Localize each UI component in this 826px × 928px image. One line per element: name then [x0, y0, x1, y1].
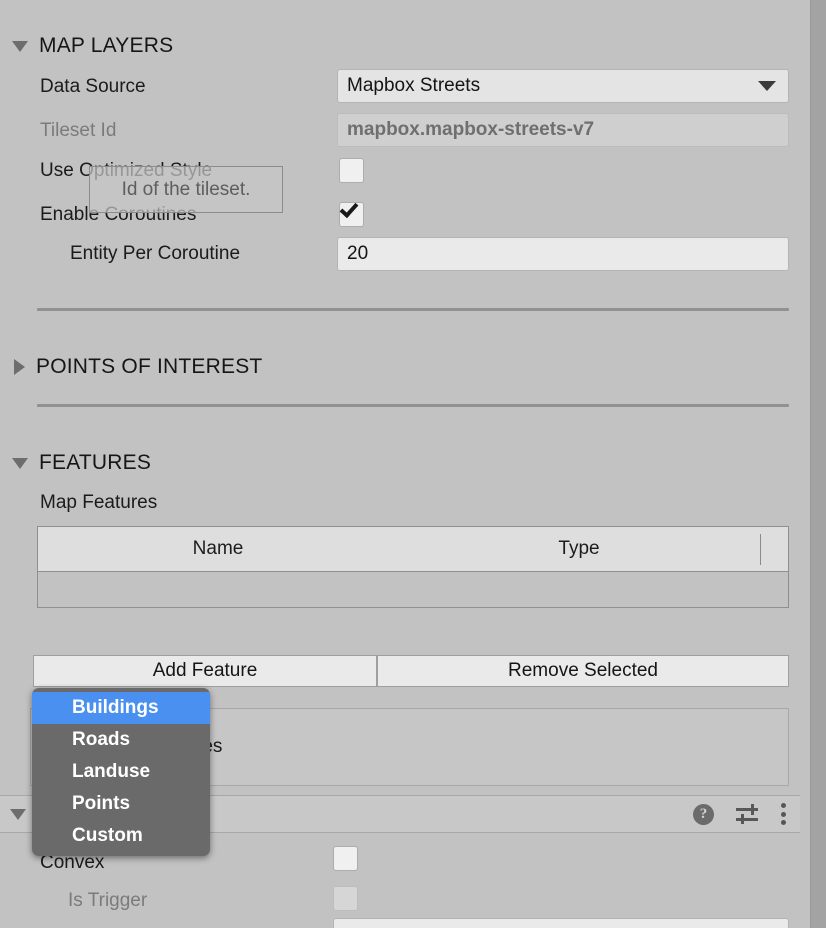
dropdown-item-custom[interactable]: Custom — [32, 820, 210, 852]
label-tileset-id: Tileset Id — [40, 120, 117, 141]
add-feature-button[interactable]: Add Feature — [33, 655, 377, 687]
triangle-right-icon — [14, 359, 25, 375]
scrollbar-gap — [800, 0, 810, 928]
checkbox-enable-coroutines[interactable] — [339, 198, 364, 227]
foldout-map-layers-label: MAP LAYERS — [39, 34, 174, 57]
label-entity-per-coroutine: Entity Per Coroutine — [70, 243, 241, 264]
separator-1 — [37, 308, 789, 311]
help-icon[interactable]: ? — [693, 803, 714, 825]
entity-per-coroutine-input[interactable]: 20 — [337, 237, 789, 271]
dropdown-item-landuse[interactable]: Landuse — [32, 756, 210, 788]
checkbox-use-optimized-style[interactable] — [339, 158, 364, 183]
triangle-down-icon-collider[interactable] — [10, 808, 26, 820]
dropdown-item-buildings[interactable]: Buildings — [32, 692, 210, 724]
vertical-scrollbar[interactable] — [810, 0, 826, 928]
foldout-points-of-interest[interactable]: POINTS OF INTEREST — [14, 355, 262, 379]
dropdown-item-landuse-label: Landuse — [72, 761, 151, 782]
label-data-source: Data Source — [40, 76, 146, 97]
column-header-type[interactable]: Type — [398, 527, 760, 571]
tileset-id-value: mapbox.mapbox-streets-v7 — [347, 119, 595, 140]
tileset-id-tooltip: Id of the tileset. — [89, 166, 283, 213]
dropdown-item-custom-label: Custom — [72, 825, 143, 846]
data-source-dropdown[interactable]: Mapbox Streets — [337, 69, 789, 103]
triangle-down-icon-features — [12, 457, 28, 469]
more-menu-icon[interactable] — [780, 803, 786, 825]
label-is-trigger: Is Trigger — [68, 890, 148, 911]
checkbox-convex[interactable] — [333, 846, 358, 871]
foldout-features-label: FEATURES — [39, 451, 152, 474]
unity-inspector-panel: MAP LAYERS Data Source Mapbox Streets Ti… — [0, 0, 826, 928]
data-source-value: Mapbox Streets — [347, 75, 481, 96]
remove-selected-button[interactable]: Remove Selected — [377, 655, 789, 687]
triangle-down-icon — [12, 40, 28, 52]
map-features-table-header: Name Type — [38, 527, 788, 572]
dropdown-item-points-label: Points — [72, 793, 131, 814]
dropdown-item-points[interactable]: Points — [32, 788, 210, 820]
collider-header-icons: ? — [693, 803, 786, 825]
foldout-map-layers[interactable]: MAP LAYERS — [12, 34, 173, 58]
column-divider-2[interactable] — [760, 534, 761, 565]
map-features-list[interactable]: Name Type — [37, 526, 789, 608]
checkmark-icon — [339, 198, 359, 219]
foldout-features[interactable]: FEATURES — [12, 451, 151, 475]
checkbox-is-trigger — [333, 886, 358, 911]
preset-icon[interactable] — [736, 804, 758, 824]
column-header-name[interactable]: Name — [38, 527, 398, 571]
collider-material-field[interactable] — [333, 918, 789, 928]
dropdown-item-roads-label: Roads — [72, 729, 131, 750]
separator-2 — [37, 404, 789, 407]
tileset-id-field: mapbox.mapbox-streets-v7 — [337, 113, 789, 147]
feature-type-dropdown-menu[interactable]: Buildings Roads Landuse Points Custom — [32, 688, 210, 856]
tooltip-text: Id of the tileset. — [121, 178, 251, 200]
foldout-points-of-interest-label: POINTS OF INTEREST — [36, 355, 263, 378]
column-header-extra[interactable] — [760, 527, 788, 571]
entity-per-coroutine-value: 20 — [347, 243, 369, 264]
map-features-empty-row[interactable] — [38, 572, 788, 606]
popup-arrow-icon — [758, 81, 776, 91]
dropdown-item-roads[interactable]: Roads — [32, 724, 210, 756]
dropdown-item-buildings-label: Buildings — [72, 697, 159, 718]
label-map-features: Map Features — [40, 492, 158, 513]
